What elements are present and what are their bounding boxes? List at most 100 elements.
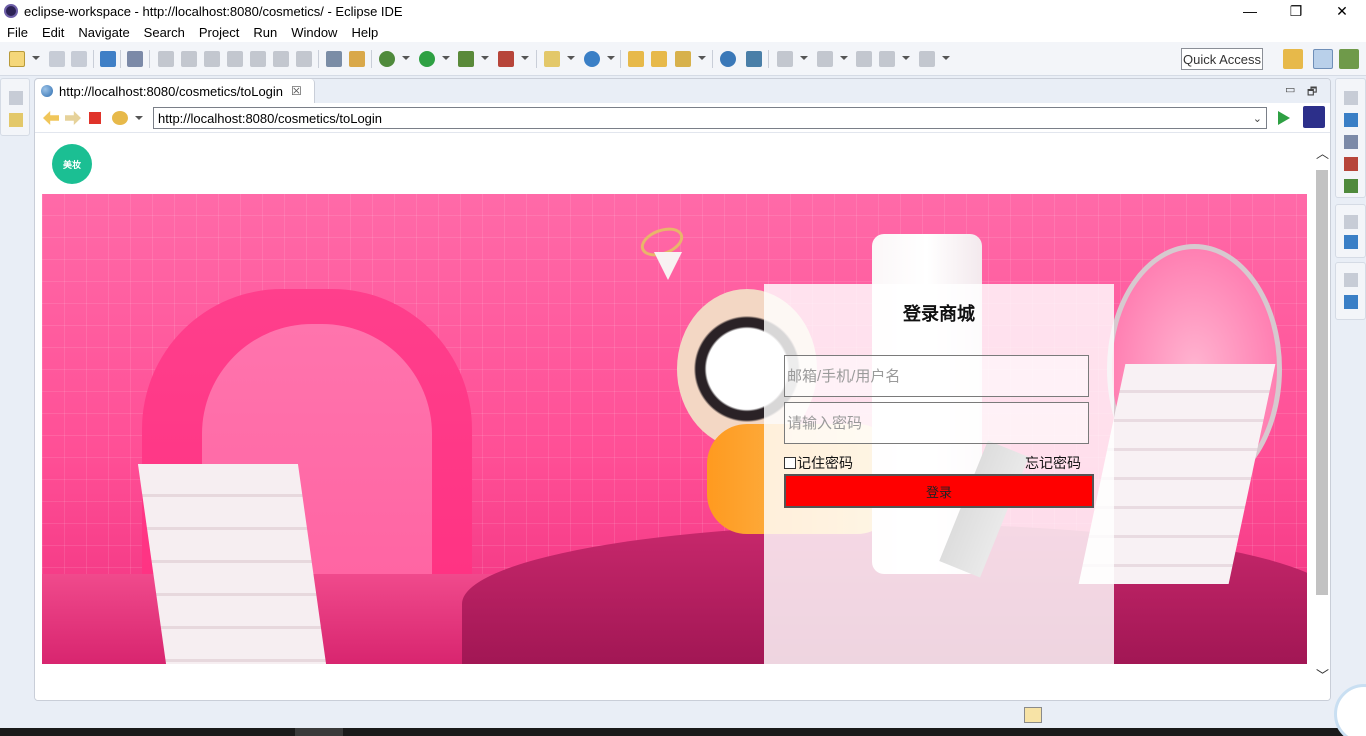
menu-file[interactable]: File bbox=[0, 25, 35, 40]
servers-view-icon[interactable] bbox=[1344, 295, 1358, 309]
debug-view-icon[interactable] bbox=[1344, 179, 1358, 193]
web-browser-icon[interactable] bbox=[720, 51, 736, 67]
restore-view-icon[interactable] bbox=[9, 91, 23, 105]
forgot-password-link[interactable]: 忘记密码 bbox=[1025, 453, 1081, 473]
save-all-icon[interactable] bbox=[71, 51, 87, 67]
previous-annotation-dropdown-icon[interactable] bbox=[840, 56, 848, 60]
search-dropdown-icon[interactable] bbox=[698, 56, 706, 60]
new-dropdown-icon[interactable] bbox=[32, 56, 40, 60]
mark-occurrences-icon[interactable] bbox=[349, 51, 365, 67]
url-input[interactable]: http://localhost:8080/cosmetics/toLogin … bbox=[153, 107, 1267, 129]
refresh-dropdown-icon[interactable] bbox=[135, 116, 143, 120]
new-icon[interactable] bbox=[9, 51, 25, 67]
restore-view-icon[interactable] bbox=[1344, 273, 1358, 287]
restore-view-icon[interactable] bbox=[1344, 215, 1358, 229]
coverage-dropdown-icon[interactable] bbox=[481, 56, 489, 60]
step-into-icon[interactable] bbox=[250, 51, 266, 67]
debug-perspective-icon[interactable] bbox=[1339, 49, 1359, 69]
tab-browser[interactable]: http://localhost:8080/cosmetics/toLogin … bbox=[35, 79, 315, 103]
open-perspective-icon[interactable] bbox=[1283, 49, 1303, 69]
new-class-dropdown-icon[interactable] bbox=[607, 56, 615, 60]
close-button[interactable]: ✕ bbox=[1319, 0, 1365, 22]
url-history-dropdown-icon[interactable]: ⌄ bbox=[1253, 112, 1262, 125]
step-return-icon[interactable] bbox=[296, 51, 312, 67]
remember-password[interactable]: 记住密码 bbox=[784, 453, 853, 473]
toolbar-separator bbox=[149, 50, 150, 68]
vertical-scrollbar[interactable]: ︿ ﹀ bbox=[1313, 134, 1330, 700]
outline-icon[interactable] bbox=[1344, 113, 1358, 127]
taskbar-active-app[interactable] bbox=[295, 728, 343, 736]
next-annotation-dropdown-icon[interactable] bbox=[800, 56, 808, 60]
maximize-view-icon[interactable]: 🗗 bbox=[1307, 83, 1317, 102]
menu-window[interactable]: Window bbox=[284, 25, 344, 40]
save-icon[interactable] bbox=[49, 51, 65, 67]
stop-icon[interactable] bbox=[89, 112, 101, 124]
debug-dropdown-icon[interactable] bbox=[402, 56, 410, 60]
site-logo[interactable]: 美妆 bbox=[52, 144, 92, 184]
menu-help[interactable]: Help bbox=[344, 25, 385, 40]
disconnect-icon[interactable] bbox=[227, 51, 243, 67]
menu-run[interactable]: Run bbox=[246, 25, 284, 40]
restore-view-icon[interactable] bbox=[1344, 91, 1358, 105]
forward-dropdown-icon[interactable] bbox=[942, 56, 950, 60]
next-annotation-icon[interactable] bbox=[777, 51, 793, 67]
open-type-icon[interactable] bbox=[628, 51, 644, 67]
new-project-dropdown-icon[interactable] bbox=[567, 56, 575, 60]
restore-button[interactable]: ❐ bbox=[1273, 0, 1319, 22]
tab-close-icon[interactable]: ☒ bbox=[291, 84, 302, 98]
password-input[interactable] bbox=[784, 402, 1089, 444]
scroll-thumb[interactable] bbox=[1316, 170, 1328, 595]
console-icon[interactable] bbox=[100, 51, 116, 67]
new-class-icon[interactable] bbox=[584, 51, 600, 67]
external-tools-icon[interactable] bbox=[498, 51, 514, 67]
remember-checkbox[interactable] bbox=[784, 457, 796, 469]
project-explorer-icon[interactable] bbox=[9, 113, 23, 127]
step-over-icon[interactable] bbox=[273, 51, 289, 67]
eclipse-icon bbox=[4, 4, 18, 18]
debug-icon[interactable] bbox=[379, 51, 395, 67]
junit-icon[interactable] bbox=[1344, 157, 1358, 171]
menu-navigate[interactable]: Navigate bbox=[71, 25, 136, 40]
task-list-icon[interactable] bbox=[326, 51, 342, 67]
progress-icon[interactable] bbox=[1024, 707, 1042, 723]
username-input[interactable] bbox=[784, 355, 1089, 397]
java-ee-perspective-icon[interactable] bbox=[1313, 49, 1333, 69]
resume-icon[interactable] bbox=[158, 51, 174, 67]
suspend-icon[interactable] bbox=[181, 51, 197, 67]
quick-access-input[interactable]: Quick Access bbox=[1181, 48, 1263, 70]
forward-icon[interactable] bbox=[919, 51, 935, 67]
back-dropdown-icon[interactable] bbox=[902, 56, 910, 60]
cosmetics-banner-image: 登录商城 记住密码 忘记密码 登录 bbox=[42, 194, 1307, 664]
run-icon[interactable] bbox=[419, 51, 435, 67]
external-tools-dropdown-icon[interactable] bbox=[521, 56, 529, 60]
scroll-up-icon[interactable]: ︿ bbox=[1316, 147, 1329, 160]
console-view-icon[interactable] bbox=[1344, 235, 1358, 249]
new-java-project-icon[interactable] bbox=[544, 51, 560, 67]
coverage-icon[interactable] bbox=[458, 51, 474, 67]
forward-arrow-icon[interactable] bbox=[65, 111, 81, 125]
scroll-down-icon[interactable]: ﹀ bbox=[1316, 669, 1329, 682]
left-trim-stack bbox=[0, 78, 30, 136]
menu-search[interactable]: Search bbox=[137, 25, 192, 40]
open-task-icon[interactable] bbox=[651, 51, 667, 67]
server-icon[interactable] bbox=[746, 51, 762, 67]
assistant-bubble[interactable] bbox=[1334, 684, 1366, 736]
go-icon[interactable] bbox=[1278, 111, 1290, 125]
minimize-view-icon[interactable]: ▭ bbox=[1285, 83, 1295, 96]
search-flashlight-icon[interactable] bbox=[675, 51, 691, 67]
task-list-view-icon[interactable] bbox=[1344, 135, 1358, 149]
menu-edit[interactable]: Edit bbox=[35, 25, 71, 40]
refresh-icon[interactable] bbox=[112, 111, 128, 125]
menu-project[interactable]: Project bbox=[192, 25, 246, 40]
last-edit-location-icon[interactable] bbox=[856, 51, 872, 67]
back-arrow-icon[interactable] bbox=[43, 111, 59, 125]
eclipse-home-icon[interactable] bbox=[1303, 106, 1325, 128]
login-button[interactable]: 登录 bbox=[784, 474, 1094, 508]
terminate-icon[interactable] bbox=[204, 51, 220, 67]
previous-annotation-icon[interactable] bbox=[817, 51, 833, 67]
skip-breakpoints-icon[interactable] bbox=[127, 51, 143, 67]
minimize-button[interactable]: — bbox=[1227, 0, 1273, 22]
run-dropdown-icon[interactable] bbox=[442, 56, 450, 60]
menu-bar: File Edit Navigate Search Project Run Wi… bbox=[0, 22, 1366, 42]
back-icon[interactable] bbox=[879, 51, 895, 67]
